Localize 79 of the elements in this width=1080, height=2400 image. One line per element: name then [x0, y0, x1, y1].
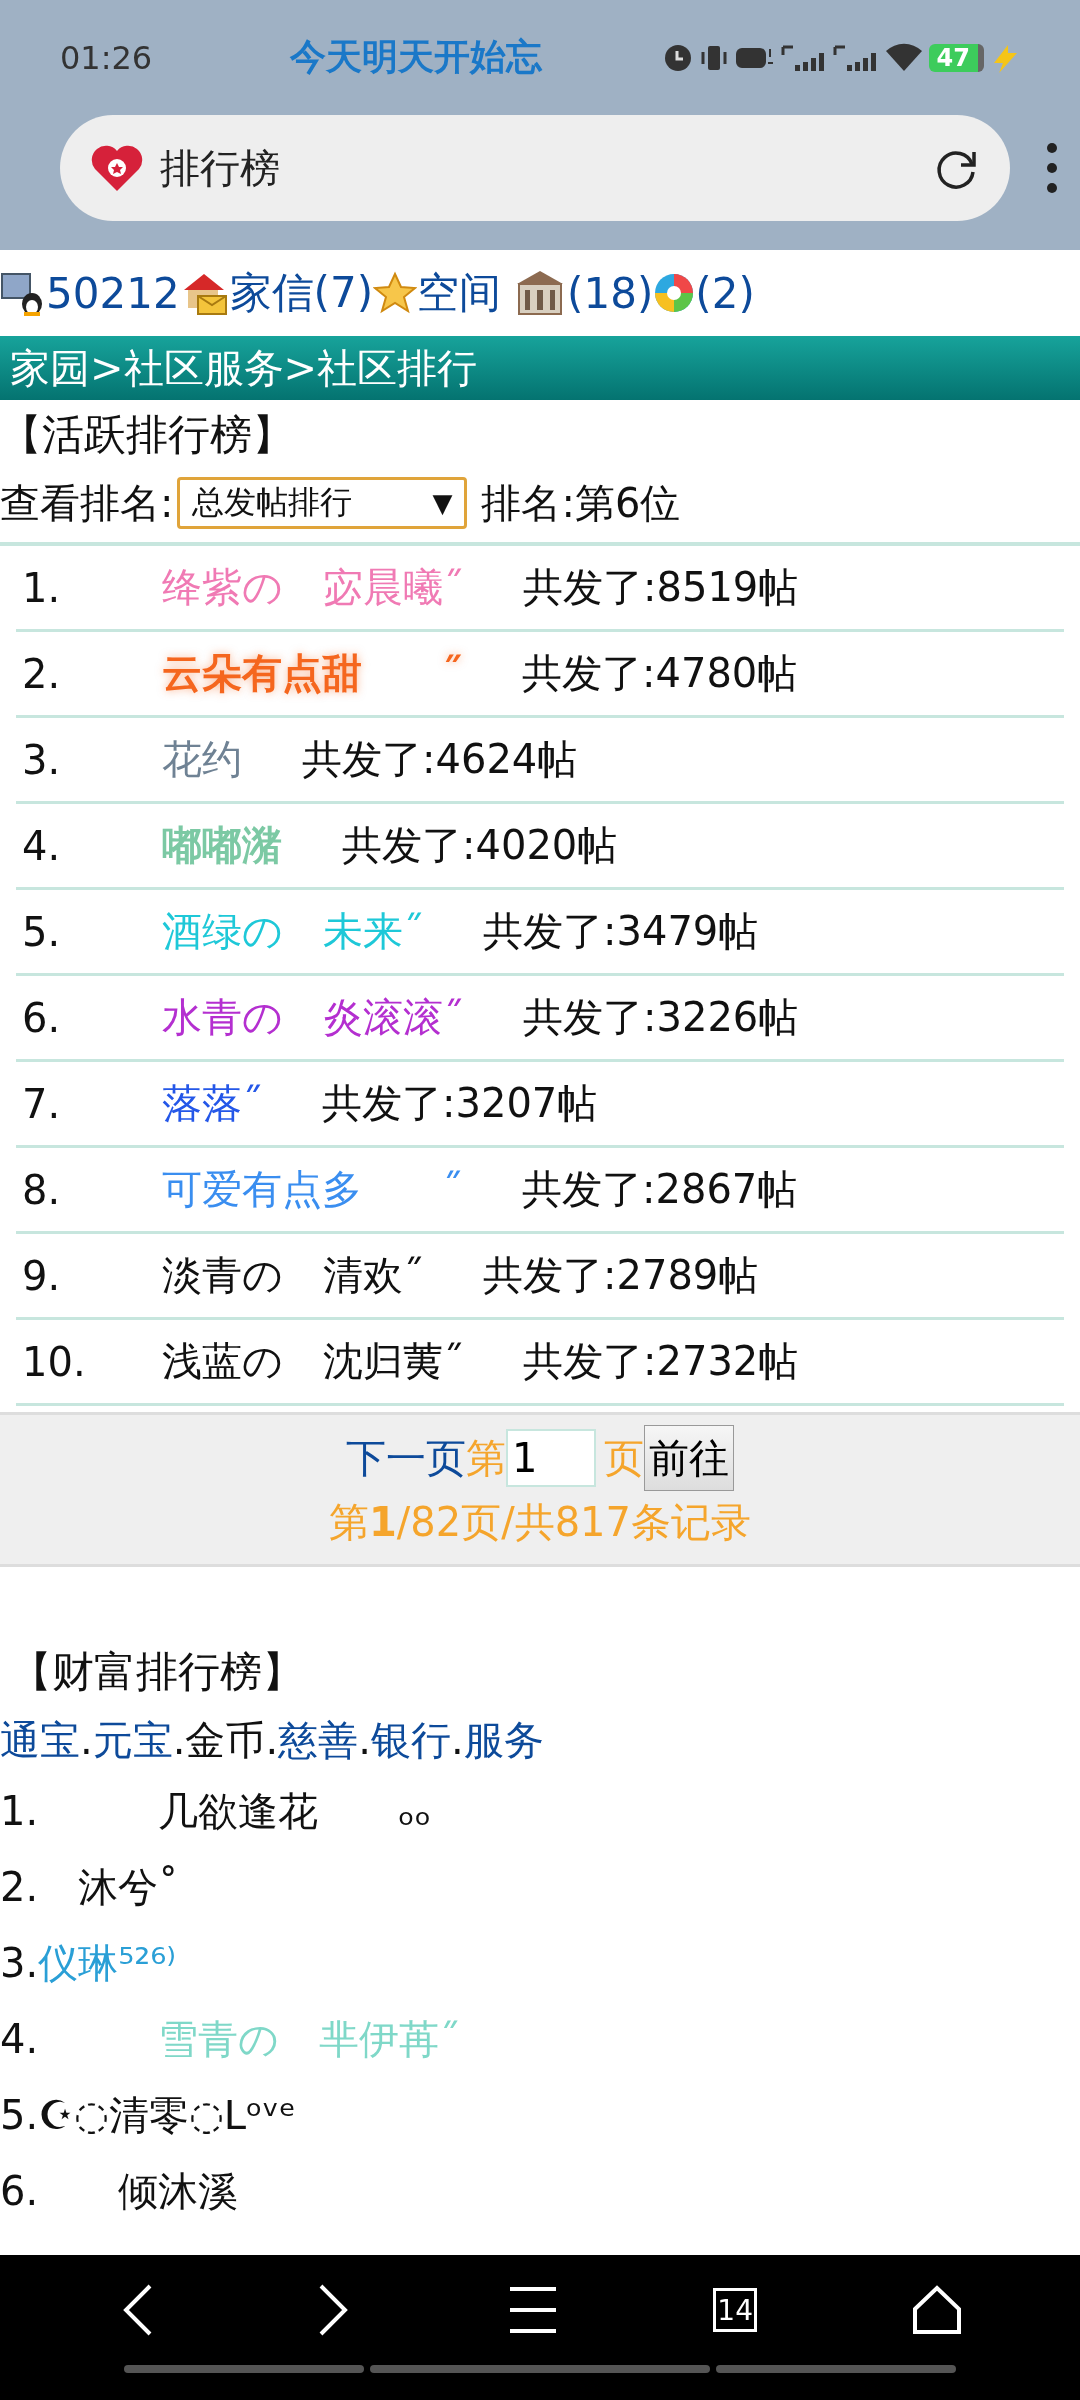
next-page-link[interactable]: 下一页	[346, 1430, 466, 1486]
post-count: 共发了:4624帖	[302, 735, 578, 784]
go-button[interactable]: 前往	[644, 1425, 734, 1491]
rank-number: 8.	[21, 1166, 62, 1213]
filter-label: 查看排名:	[0, 478, 174, 528]
rank-number: 2.	[21, 650, 62, 697]
post-count: 共发了:3207帖	[322, 1079, 598, 1128]
page-summary: 第1/82页/共817条记录	[328, 1498, 751, 1547]
separator-dot: .	[80, 1717, 93, 1763]
page-prefix: 第	[466, 1433, 506, 1483]
status-time: 01:26	[60, 38, 154, 77]
aperture-icon[interactable]	[653, 272, 696, 314]
post-count: 共发了:2867帖	[522, 1165, 798, 1214]
separator-dot: .	[265, 1717, 279, 1763]
toolbar-link[interactable]: (2)	[695, 268, 755, 318]
my-rank-text: 排名:第6位	[481, 478, 681, 528]
rank-number: 1.	[21, 564, 62, 611]
alarm-icon	[662, 42, 693, 73]
page-suffix: 页	[604, 1433, 644, 1483]
separator-dot: .	[450, 1717, 464, 1763]
wealth-tab[interactable]: 服务	[463, 1712, 544, 1768]
rank-number: 5.	[21, 908, 62, 955]
separator-dot: .	[358, 1717, 371, 1763]
toolbar-link[interactable]: 50212	[46, 268, 180, 318]
user-name-link[interactable]: 水青の 炎滚滚˝	[162, 990, 463, 1045]
breadcrumb-bar[interactable]: 家园>社区服务>社区排行	[0, 336, 1080, 400]
user-name: 几欲逢花 ₒₒ	[157, 1786, 432, 1836]
post-count: 共发了:4020帖	[342, 821, 618, 870]
post-count: 共发了:3479帖	[483, 907, 759, 956]
rank-number: 1.	[0, 1788, 39, 1834]
rank-number: 7.	[21, 1080, 62, 1127]
page-title: 排行榜	[160, 143, 280, 193]
post-count: 共发了:3226帖	[523, 993, 799, 1042]
rank-number: 2.	[0, 1864, 39, 1910]
rank-number: 6.	[0, 2168, 39, 2214]
post-count: 共发了:2732帖	[523, 1337, 799, 1386]
rank-number: 10.	[21, 1338, 87, 1385]
home-icon[interactable]	[912, 2285, 963, 2335]
toolbar-link[interactable]: (18)	[567, 268, 654, 318]
section-heading: 【活跃排行榜】	[0, 409, 295, 461]
heart-logo-icon	[90, 143, 144, 193]
user-name: ☪◌清零◌ᒪᵒᵛᵉ	[38, 2090, 297, 2140]
toolbar-link[interactable]: 家信(7)	[229, 265, 374, 321]
rank-number: 3.	[0, 1940, 39, 1986]
battery-level: 47	[928, 43, 984, 72]
user-name: 雪青の 芈伊苒˝	[157, 2014, 460, 2064]
post-count: 共发了:2789帖	[483, 1251, 759, 1300]
post-count: 共发了:4780帖	[522, 649, 798, 698]
user-name-link[interactable]: 浅蓝の 沈归荑˝	[162, 1334, 463, 1389]
wifi-icon	[884, 42, 923, 73]
menu-icon[interactable]	[507, 2285, 558, 2335]
tabs-button[interactable]: 14	[713, 2288, 758, 2332]
user-name: 倾沐溪	[117, 2166, 239, 2216]
rank-number: 6.	[21, 994, 62, 1041]
user-name-link[interactable]: 花约	[162, 732, 242, 787]
wealth-tab[interactable]: 银行	[370, 1712, 451, 1768]
star-icon[interactable]	[373, 271, 418, 315]
wealth-tab[interactable]: 元宝	[92, 1712, 173, 1768]
page-input[interactable]: 1	[506, 1429, 596, 1487]
ranking-select[interactable]: 总发帖排行 ▼	[177, 477, 468, 529]
notification-ticker: 今天明天开始忘	[290, 35, 543, 79]
rank-number: 9.	[21, 1252, 62, 1299]
rank-number: 3.	[21, 736, 62, 783]
section-heading: 【财富排行榜】	[9, 1646, 305, 1698]
post-count: 共发了:8519帖	[523, 563, 799, 612]
rank-number: 5.	[0, 2092, 39, 2138]
user-name-link[interactable]: 落落˝	[162, 1076, 262, 1131]
user-name: 沐兮˚	[77, 1862, 179, 1912]
rank-number: 4.	[21, 822, 62, 869]
separator-dot: .	[172, 1717, 186, 1763]
user-name: 仪琳⁵²⁶⁾	[38, 1938, 177, 1988]
wealth-tab[interactable]: 慈善	[278, 1712, 359, 1768]
more-menu-icon[interactable]	[1044, 142, 1060, 194]
rank-number: 4.	[0, 2016, 39, 2062]
wealth-tab[interactable]: 通宝	[0, 1712, 80, 1768]
user-name-link[interactable]: 淡青の 清欢˝	[162, 1248, 423, 1303]
address-bar[interactable]: 排行榜	[60, 115, 1010, 221]
wealth-tab[interactable]: 金币	[185, 1712, 266, 1768]
toolbar-link[interactable]: 空间	[417, 265, 502, 321]
